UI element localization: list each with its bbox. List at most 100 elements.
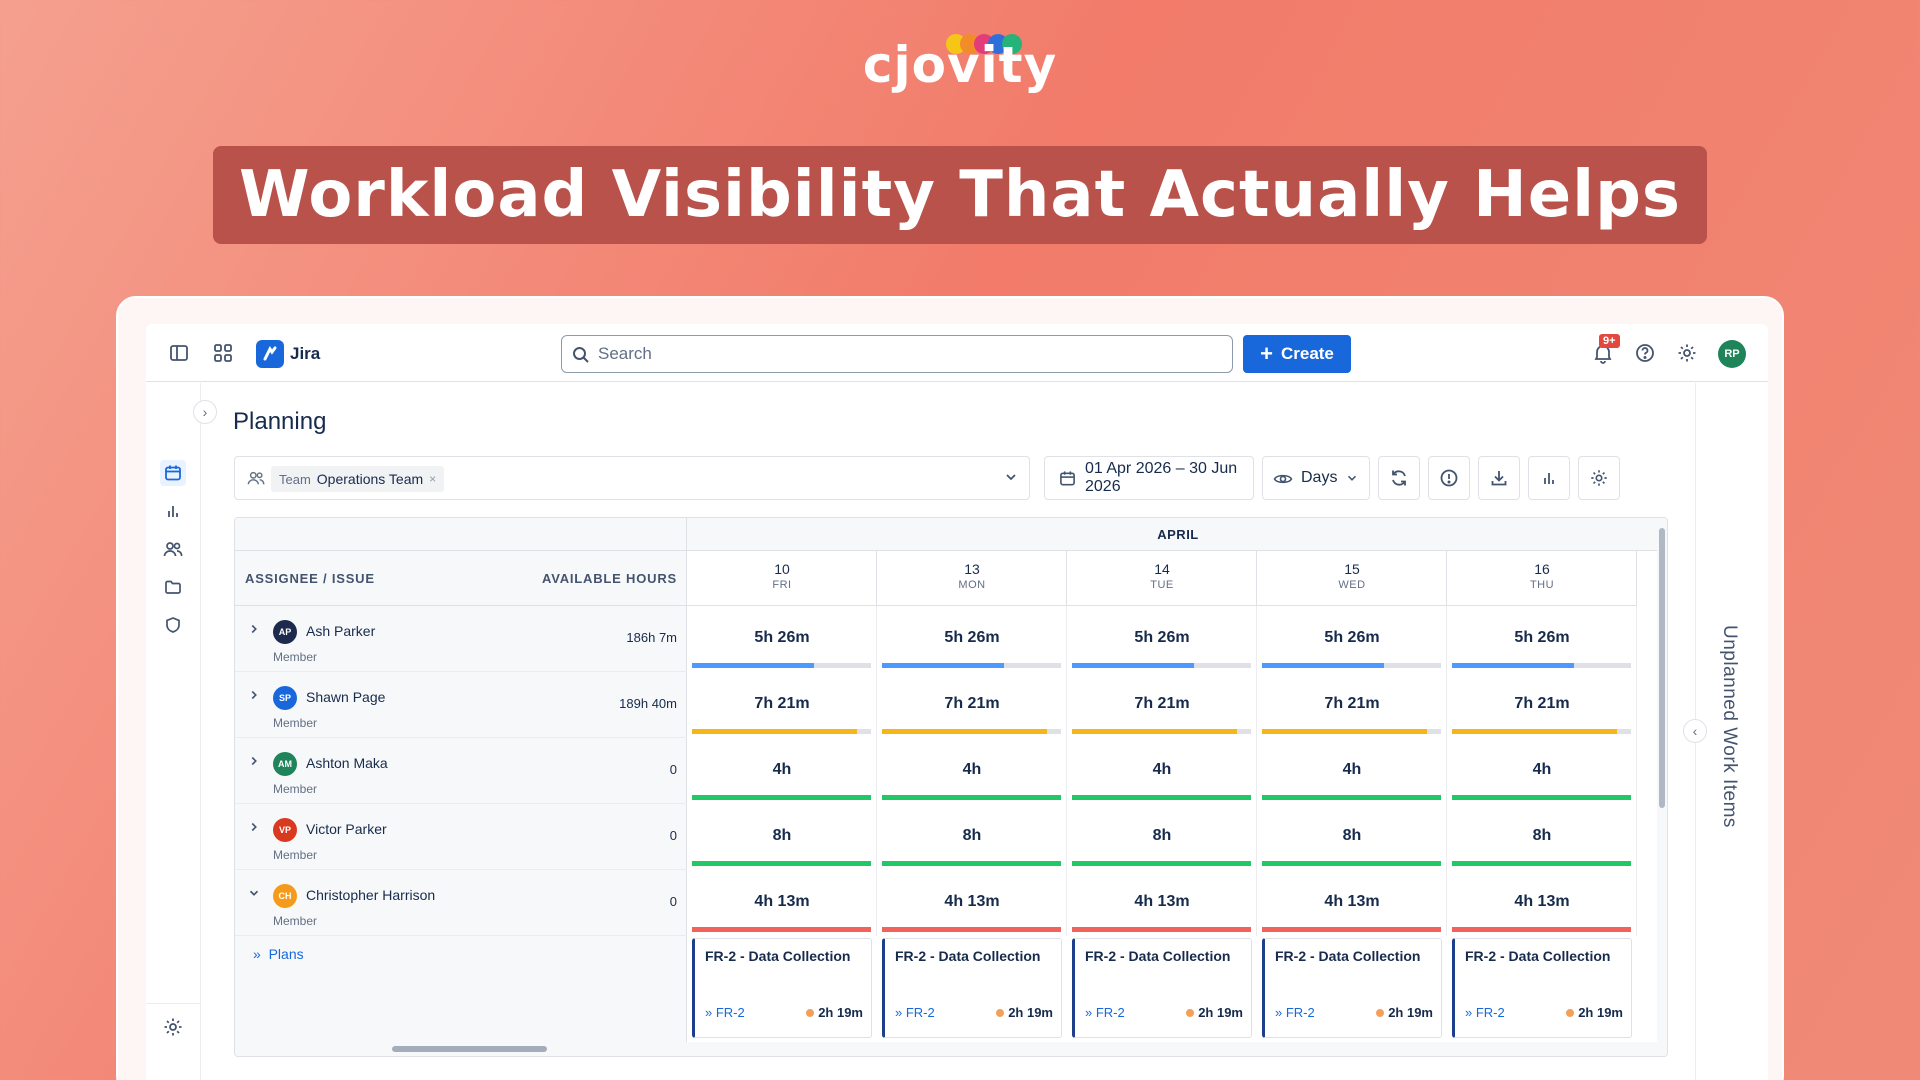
bar-chart-icon[interactable] bbox=[160, 498, 186, 524]
chart-button[interactable] bbox=[1528, 456, 1570, 500]
workload-cell[interactable]: 4h 13m bbox=[1447, 870, 1637, 936]
workload-cell[interactable]: 7h 21m bbox=[1067, 672, 1257, 738]
workload-value: 7h 21m bbox=[754, 695, 810, 712]
workload-cell[interactable]: 8h bbox=[1257, 804, 1447, 870]
app-name[interactable]: Jira bbox=[290, 344, 320, 364]
workload-cell[interactable]: 8h bbox=[1067, 804, 1257, 870]
workload-cell[interactable]: 4h 13m bbox=[1257, 870, 1447, 936]
available-hours: 186h 7m bbox=[626, 630, 677, 645]
workload-cell[interactable]: 7h 21m bbox=[1447, 672, 1637, 738]
jira-logo-icon[interactable] bbox=[256, 340, 284, 368]
workload-cell[interactable]: 4h 13m bbox=[877, 870, 1067, 936]
remove-tag-icon[interactable]: × bbox=[429, 472, 436, 486]
refresh-button[interactable] bbox=[1378, 456, 1420, 500]
chevron-right-icon[interactable] bbox=[247, 622, 261, 641]
team-filter-select[interactable]: Team Operations Team × bbox=[234, 456, 1030, 500]
plan-card[interactable]: FR-2 - Data Collection » FR-2 2h 19m bbox=[1262, 938, 1442, 1038]
workload-value: 4h bbox=[1342, 761, 1362, 778]
vertical-scrollbar[interactable] bbox=[1659, 528, 1665, 808]
workload-cell[interactable]: 4h 13m bbox=[687, 870, 877, 936]
workload-value: 4h bbox=[772, 761, 792, 778]
collapse-panel-chevron-icon[interactable]: ‹ bbox=[1683, 719, 1707, 743]
assignee-name[interactable]: Victor Parker bbox=[306, 821, 387, 837]
day-number: 10 bbox=[774, 561, 790, 577]
unplanned-work-label[interactable]: Unplanned Work Items bbox=[1718, 625, 1740, 828]
assignee-row[interactable]: SP Shawn Page Member 189h 40m bbox=[235, 672, 687, 738]
date-range-picker[interactable]: 01 Apr 2026 – 30 Jun 2026 bbox=[1044, 456, 1254, 500]
plan-key-link[interactable]: » FR-2 bbox=[895, 1005, 935, 1020]
create-button[interactable]: + Create bbox=[1243, 335, 1351, 373]
workload-cell[interactable]: 8h bbox=[687, 804, 877, 870]
assignee-row[interactable]: AM Ashton Maka Member 0 bbox=[235, 738, 687, 804]
assignee-name[interactable]: Ashton Maka bbox=[306, 755, 388, 771]
team-filter-tag[interactable]: Team Operations Team × bbox=[271, 466, 445, 492]
assignee-name[interactable]: Ash Parker bbox=[306, 623, 375, 639]
settings-gear-icon[interactable] bbox=[1676, 342, 1698, 364]
alert-button[interactable] bbox=[1428, 456, 1470, 500]
chevron-right-icon[interactable] bbox=[247, 754, 261, 773]
plan-card[interactable]: FR-2 - Data Collection » FR-2 2h 19m bbox=[1452, 938, 1632, 1038]
plan-key: FR-2 bbox=[1095, 1005, 1125, 1020]
search-input[interactable]: Search bbox=[561, 335, 1233, 373]
workload-cell[interactable]: 5h 26m bbox=[1447, 606, 1637, 672]
app-switcher-icon[interactable] bbox=[212, 342, 234, 364]
capacity-bar bbox=[1072, 927, 1251, 932]
sidebar-toggle-icon[interactable] bbox=[168, 342, 190, 364]
download-button[interactable] bbox=[1478, 456, 1520, 500]
chevron-right-icon[interactable] bbox=[247, 820, 261, 839]
workload-cell[interactable]: 4h bbox=[1447, 738, 1637, 804]
day-weekday: MON bbox=[958, 579, 986, 591]
plan-hours: 2h 19m bbox=[1186, 1005, 1243, 1020]
grid-settings-button[interactable] bbox=[1578, 456, 1620, 500]
assignee-row[interactable]: VP Victor Parker Member 0 bbox=[235, 804, 687, 870]
plan-key-link[interactable]: » FR-2 bbox=[1275, 1005, 1315, 1020]
plan-hours-value: 2h 19m bbox=[1198, 1005, 1243, 1020]
plan-card[interactable]: FR-2 - Data Collection » FR-2 2h 19m bbox=[692, 938, 872, 1038]
status-dot-icon bbox=[996, 1008, 1005, 1017]
horizontal-scrollbar[interactable] bbox=[392, 1046, 547, 1052]
search-icon bbox=[573, 347, 589, 363]
view-mode-select[interactable]: Days bbox=[1262, 456, 1370, 500]
workload-cell[interactable]: 5h 26m bbox=[687, 606, 877, 672]
people-icon[interactable] bbox=[160, 536, 186, 562]
expand-sidebar-chevron-icon[interactable]: › bbox=[193, 400, 217, 424]
workload-cell[interactable]: 5h 26m bbox=[877, 606, 1067, 672]
available-hours: 0 bbox=[669, 894, 677, 909]
workload-cell[interactable]: 7h 21m bbox=[877, 672, 1067, 738]
user-avatar[interactable]: RP bbox=[1718, 340, 1746, 368]
capacity-bar bbox=[882, 729, 1061, 734]
assignee-name[interactable]: Christopher Harrison bbox=[306, 887, 435, 903]
workload-cell[interactable]: 4h bbox=[1067, 738, 1257, 804]
shield-icon[interactable] bbox=[160, 612, 186, 638]
workload-value: 8h bbox=[962, 827, 982, 844]
workload-cell[interactable]: 7h 21m bbox=[1257, 672, 1447, 738]
status-dot-icon bbox=[1376, 1008, 1385, 1017]
workload-cell[interactable]: 4h 13m bbox=[1067, 870, 1257, 936]
workload-cell[interactable]: 5h 26m bbox=[1257, 606, 1447, 672]
workload-cell[interactable]: 7h 21m bbox=[687, 672, 877, 738]
capacity-bar bbox=[692, 861, 871, 866]
chevron-down-icon[interactable] bbox=[247, 886, 261, 905]
chevron-right-icon[interactable] bbox=[247, 688, 261, 707]
calendar-icon[interactable] bbox=[160, 460, 186, 486]
assignee-name[interactable]: Shawn Page bbox=[306, 689, 385, 705]
plan-key-link[interactable]: » FR-2 bbox=[1465, 1005, 1505, 1020]
capacity-bar-fill bbox=[692, 861, 871, 866]
rail-settings-icon[interactable] bbox=[162, 1016, 184, 1043]
workload-cell[interactable]: 4h bbox=[687, 738, 877, 804]
plans-link[interactable]: » Plans bbox=[253, 946, 304, 962]
workload-cell[interactable]: 4h bbox=[877, 738, 1067, 804]
folder-icon[interactable] bbox=[160, 574, 186, 600]
plan-key-link[interactable]: » FR-2 bbox=[1085, 1005, 1125, 1020]
plan-card[interactable]: FR-2 - Data Collection » FR-2 2h 19m bbox=[1072, 938, 1252, 1038]
workload-cell[interactable]: 8h bbox=[1447, 804, 1637, 870]
plan-card[interactable]: FR-2 - Data Collection » FR-2 2h 19m bbox=[882, 938, 1062, 1038]
assignee-row[interactable]: CH Christopher Harrison Member 0 bbox=[235, 870, 687, 936]
plan-key-link[interactable]: » FR-2 bbox=[705, 1005, 745, 1020]
workload-cell[interactable]: 8h bbox=[877, 804, 1067, 870]
help-icon[interactable] bbox=[1634, 342, 1656, 364]
day-weekday: WED bbox=[1338, 579, 1366, 591]
workload-cell[interactable]: 4h bbox=[1257, 738, 1447, 804]
workload-cell[interactable]: 5h 26m bbox=[1067, 606, 1257, 672]
assignee-row[interactable]: AP Ash Parker Member 186h 7m bbox=[235, 606, 687, 672]
